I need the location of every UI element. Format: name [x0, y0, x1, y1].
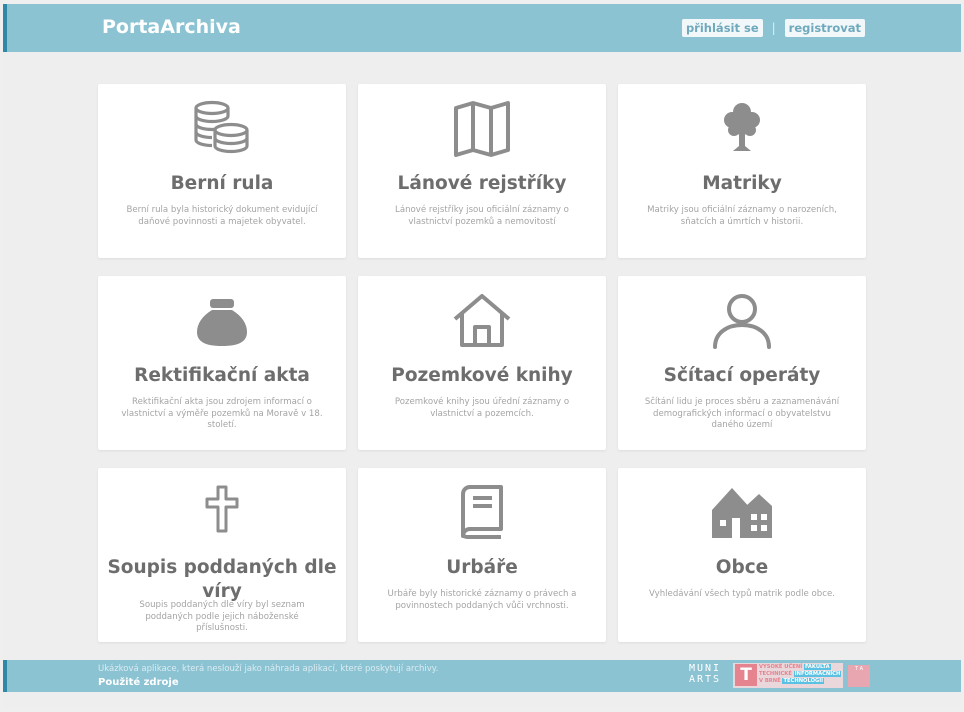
login-button[interactable]: přihlásit se: [681, 19, 763, 37]
card-rektifikacni-akta[interactable]: Rektifikační akta Rektifikační akta jsou…: [98, 276, 346, 450]
village-icon: [618, 484, 866, 544]
side-logo[interactable]: T A: [848, 665, 870, 687]
auth-links: přihlásit se | registrovat: [681, 19, 865, 37]
card-description: Berní rula byla historický dokument evid…: [126, 205, 318, 227]
money-bag-icon: [98, 292, 346, 352]
cross-icon: [98, 484, 346, 544]
card-urbare[interactable]: Urbáře Urbáře byly historické záznamy o …: [358, 468, 606, 642]
card-title: Lánové rejstříky: [397, 173, 567, 194]
footer-disclaimer: Ukázková aplikace, která neslouží jako n…: [98, 664, 439, 674]
card-description: Rektifikační akta jsou zdrojem informací…: [121, 397, 323, 430]
vut-line3b: TECHNOLOGIÍ: [782, 678, 825, 684]
vut-logo-text: VYSOKÉ UČENÍ FAKULTA TECHNICKÉ INFORMAČN…: [759, 664, 842, 685]
card-title: Rektifikační akta: [134, 365, 310, 386]
card-description: Vyhledávání všech typů matrik podle obce…: [648, 589, 835, 599]
vut-line1: VYSOKÉ UČENÍ: [759, 664, 803, 670]
register-button[interactable]: registrovat: [784, 19, 865, 37]
card-scitaci-operaty[interactable]: Sčítací operáty Sčítání lidu je proces s…: [618, 276, 866, 450]
card-title: Berní rula: [170, 173, 274, 194]
vut-fit-logo[interactable]: T VYSOKÉ UČENÍ FAKULTA TECHNICKÉ INFORMA…: [733, 663, 843, 688]
brand-logo[interactable]: PortaArchiva: [102, 16, 241, 38]
person-icon: [618, 292, 866, 352]
card-title: Urbáře: [446, 557, 518, 578]
card-title: Sčítací operáty: [663, 365, 821, 386]
card-title: Pozemkové knihy: [391, 365, 573, 386]
vut-line3: V BRNĚ: [759, 678, 781, 684]
muni-logo-line1: MUNI: [689, 663, 722, 674]
card-description: Sčítání lidu je proces sběru a zaznamená…: [644, 397, 840, 430]
card-title: Soupis poddaných dle víry: [107, 557, 337, 602]
card-matriky[interactable]: Matriky Matriky jsou oficiální záznamy o…: [618, 84, 866, 258]
vut-logo-letter: T: [735, 664, 757, 686]
sources-link[interactable]: Použité zdroje: [98, 677, 179, 688]
card-description: Urbáře byly historické záznamy o právech…: [387, 589, 577, 611]
tree-icon: [618, 100, 866, 160]
card-description: Soupis poddaných dle víry byl seznam pod…: [139, 600, 305, 633]
muni-logo-line2: ARTS: [689, 674, 722, 685]
vut-line2b: INFORMAČNÍCH: [793, 671, 842, 677]
top-navbar: PortaArchiva přihlásit se | registrovat: [3, 4, 961, 52]
map-icon: [358, 100, 606, 160]
card-berni-rula[interactable]: Berní rula Berní rula byla historický do…: [98, 84, 346, 258]
muni-arts-logo[interactable]: MUNI ARTS: [689, 663, 721, 685]
coins-icon: [98, 100, 346, 160]
card-title: Obce: [715, 557, 769, 578]
card-description: Lánové rejstříky jsou oficiální záznamy …: [395, 205, 569, 227]
vut-line2: TECHNICKÉ: [759, 671, 792, 677]
footer: Ukázková aplikace, která neslouží jako n…: [3, 660, 961, 692]
card-obce[interactable]: Obce Vyhledávání všech typů matrik podle…: [618, 468, 866, 642]
card-description: Pozemkové knihy jsou úřední záznamy o vl…: [394, 397, 570, 419]
vut-line1b: FAKULTA: [803, 664, 831, 670]
card-title: Matriky: [702, 173, 782, 194]
card-description: Matriky jsou oficiální záznamy o narozen…: [647, 205, 837, 227]
auth-separator: |: [771, 21, 776, 35]
house-icon: [358, 292, 606, 352]
card-lanove-rejstriky[interactable]: Lánové rejstříky Lánové rejstříky jsou o…: [358, 84, 606, 258]
card-pozemkove-knihy[interactable]: Pozemkové knihy Pozemkové knihy jsou úře…: [358, 276, 606, 450]
book-icon: [358, 484, 606, 544]
card-soupis-poddanych[interactable]: Soupis poddaných dle víry Soupis poddaný…: [98, 468, 346, 642]
